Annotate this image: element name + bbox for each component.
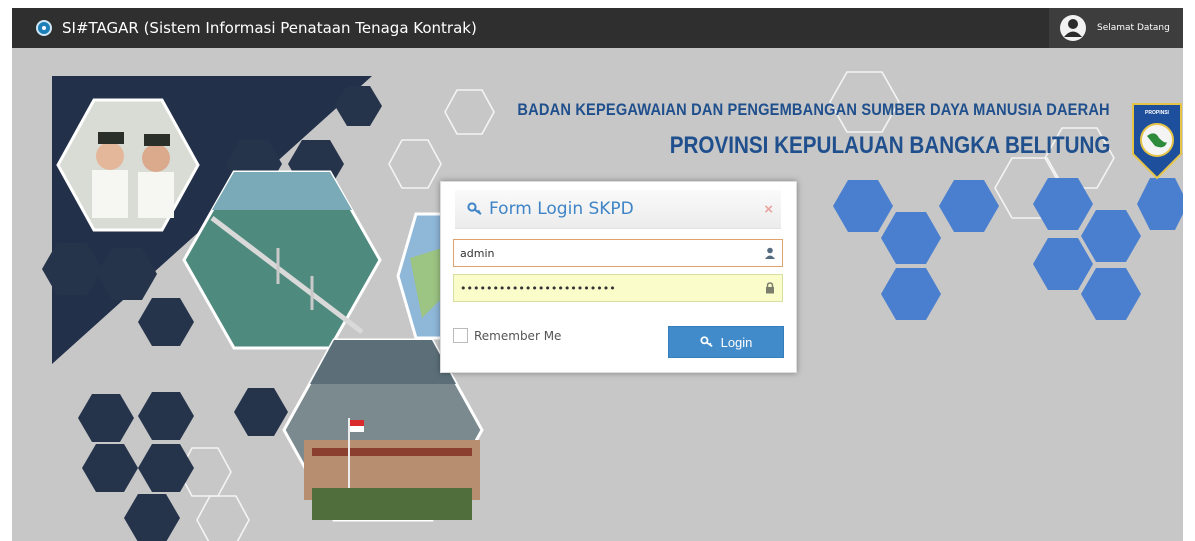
- login-button[interactable]: Login: [668, 326, 784, 358]
- province-name: PROVINSI KEPULAUAN BANGKA BELITUNG: [669, 132, 1110, 159]
- key-icon: [700, 336, 713, 347]
- username-input[interactable]: [454, 240, 756, 266]
- password-input[interactable]: [454, 275, 756, 301]
- remember-me[interactable]: Remember Me: [453, 328, 561, 343]
- user-avatar-icon: [1060, 15, 1086, 41]
- emblem-text: PROPINSI: [1145, 110, 1170, 116]
- login-header: Form Login SKPD ×: [455, 190, 781, 229]
- remember-me-label: Remember Me: [474, 328, 562, 343]
- password-field[interactable]: [453, 274, 783, 302]
- login-title: Form Login SKPD: [489, 199, 634, 219]
- app-logo-icon: [36, 20, 52, 36]
- welcome-text: Selamat Datang: [1097, 23, 1170, 33]
- top-navbar: SI#TAGAR (Sistem Informasi Penataan Tena…: [12, 8, 1183, 48]
- province-emblem-icon: PROPINSI: [1132, 103, 1182, 180]
- agency-name: BADAN KEPEGAWAIAN DAN PENGEMBANGAN SUMBE…: [517, 100, 1110, 119]
- app-brand[interactable]: SI#TAGAR (Sistem Informasi Penataan Tena…: [36, 8, 477, 48]
- remember-me-checkbox[interactable]: [453, 328, 468, 343]
- login-button-label: Login: [720, 334, 753, 350]
- username-field[interactable]: [453, 239, 783, 267]
- user-menu[interactable]: Selamat Datang: [1049, 8, 1183, 48]
- key-icon: [467, 202, 482, 215]
- app-title: SI#TAGAR (Sistem Informasi Penataan Tena…: [62, 19, 477, 37]
- user-icon: [765, 247, 775, 259]
- login-modal: Form Login SKPD × Remember Me Login: [440, 181, 797, 373]
- lock-icon: [766, 282, 774, 294]
- close-icon[interactable]: ×: [764, 201, 773, 218]
